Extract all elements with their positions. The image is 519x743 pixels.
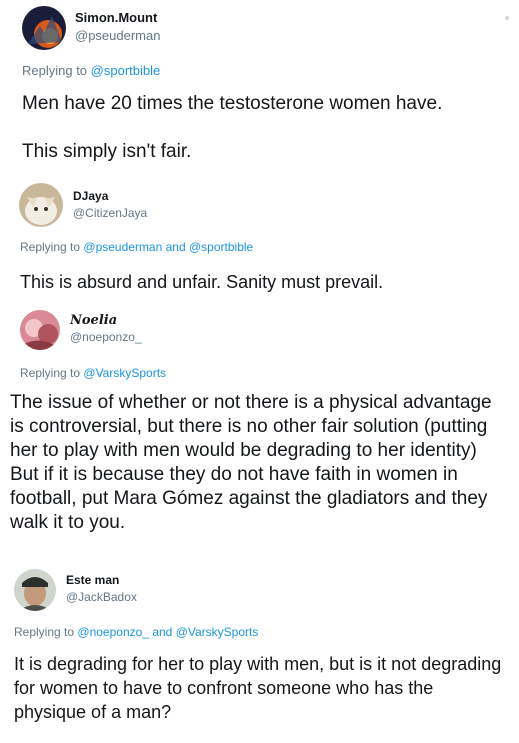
avatar[interactable]: [19, 183, 63, 227]
reply-context: Replying to @noeponzo_ and @VarskySports: [14, 625, 258, 639]
tweet-este-man[interactable]: Este man @JackBadox Replying to @noeponz…: [0, 555, 519, 743]
tweet-text: Men have 20 times the testosterone women…: [22, 92, 502, 164]
mention-link[interactable]: @VarskySports: [176, 625, 259, 639]
handle[interactable]: @CitizenJaya: [73, 206, 147, 220]
reply-prefix: Replying to: [22, 63, 88, 78]
display-name[interactable]: Este man: [66, 573, 119, 587]
tweet-noelia[interactable]: Noelia @noeponzo_ Replying to @VarskySpo…: [0, 302, 519, 554]
reply-prefix: Replying to: [20, 366, 81, 380]
tweet-text: This is absurd and unfair. Sanity must p…: [20, 272, 384, 292]
reply-joiner: and: [152, 625, 173, 639]
avatar[interactable]: [20, 310, 60, 350]
mention-link[interactable]: @sportbible: [91, 63, 161, 78]
handle[interactable]: @JackBadox: [66, 590, 137, 604]
mention-link[interactable]: @VarskySports: [83, 366, 166, 380]
mention-link[interactable]: @sportbible: [189, 240, 253, 254]
tweet-text-line: Men have 20 times the testosterone women…: [22, 93, 443, 114]
tweet-text-line: This simply isn't fair.: [22, 141, 192, 162]
display-name[interactable]: Simon.Mount: [75, 10, 157, 25]
tweet-djaya[interactable]: DJaya @CitizenJaya Replying to @pseuderm…: [10, 176, 519, 304]
reply-joiner: and: [165, 240, 186, 254]
reply-context: Replying to @VarskySports: [20, 366, 166, 380]
mention-link[interactable]: @noeponzo_: [77, 625, 149, 639]
menu-dot-icon[interactable]: [505, 16, 509, 20]
avatar[interactable]: [22, 6, 66, 50]
reply-context: Replying to @pseuderman and @sportbible: [20, 240, 253, 254]
tweet-text: It is degrading for her to play with men…: [14, 654, 502, 722]
avatar[interactable]: [14, 569, 56, 611]
reply-context: Replying to @sportbible: [22, 63, 160, 78]
mention-link[interactable]: @pseuderman: [83, 240, 162, 254]
display-name[interactable]: DJaya: [73, 189, 108, 203]
reply-prefix: Replying to: [14, 625, 75, 639]
tweet-simon-mount[interactable]: Simon.Mount @pseuderman Replying to @spo…: [0, 0, 519, 180]
display-name[interactable]: Noelia: [70, 313, 117, 328]
handle[interactable]: @pseuderman: [75, 28, 160, 43]
handle[interactable]: @noeponzo_: [70, 330, 142, 344]
tweet-text: The issue of whether or not there is a p…: [10, 392, 492, 533]
reply-prefix: Replying to: [20, 240, 81, 254]
